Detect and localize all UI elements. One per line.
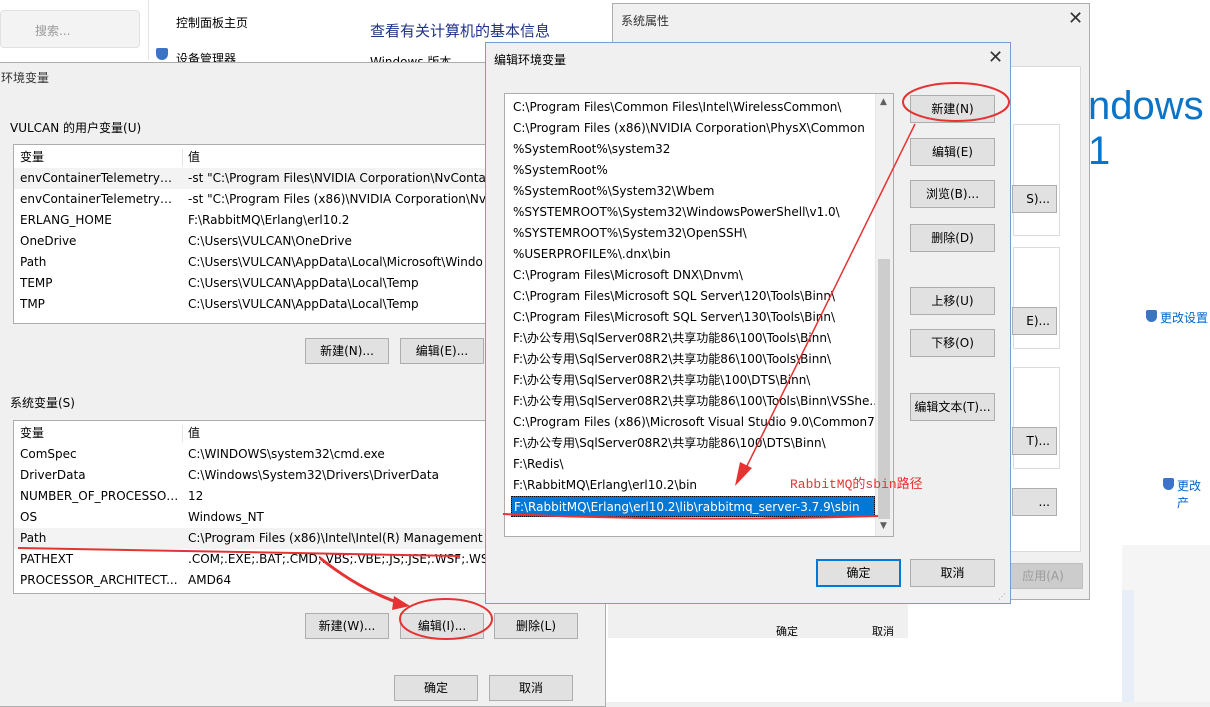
annotation-circle-new <box>902 82 1010 122</box>
annotation-arrowhead <box>735 462 752 486</box>
annotation-underline-path <box>17 547 461 557</box>
annotation-circle-edit <box>399 598 493 640</box>
annotation-arrow-line <box>744 123 916 471</box>
annotation-arrow-path <box>319 556 403 606</box>
annotation-overlay <box>17 82 1010 640</box>
annotation-underline-entry <box>502 513 879 520</box>
annotation-label: RabbitMQ的sbin路径 <box>790 477 923 492</box>
